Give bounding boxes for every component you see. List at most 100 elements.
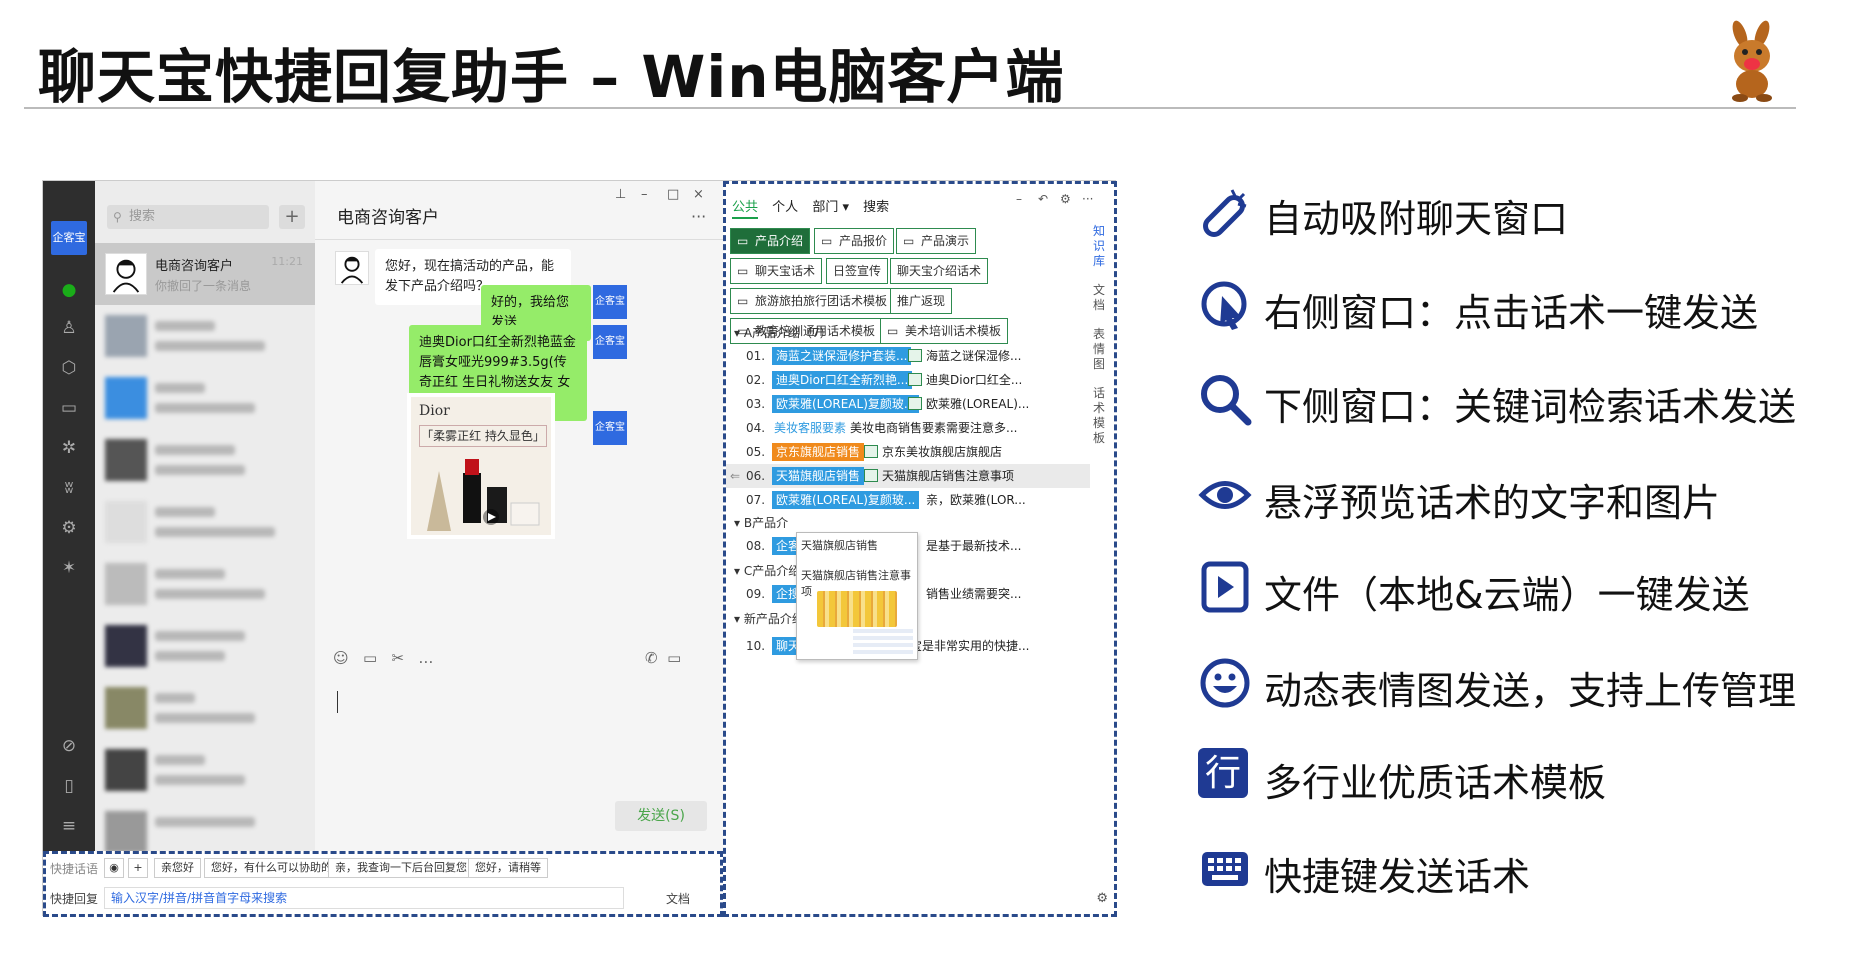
- contacts-icon[interactable]: ♙: [58, 317, 80, 339]
- nav-bar: 企客宝 ● ♙ ⬡ ▭ ✲ ʬ ⚙ ✶ ⊘ ▯ ≡: [43, 181, 95, 851]
- folder-icon: ▭: [737, 234, 749, 248]
- list-item[interactable]: [95, 429, 315, 491]
- quick-phrase-chip[interactable]: 您好，有什么可以协助的: [204, 858, 339, 878]
- hover-preview-popup: 天猫旗舰店销售 天猫旗舰店销售注意事项: [796, 532, 918, 660]
- group-header[interactable]: ▾ B产品介: [734, 514, 788, 531]
- blurred-text: [155, 403, 255, 413]
- item-text: 京东美妆旗舰店旗舰店: [882, 445, 1003, 459]
- box-icon[interactable]: ⬡: [58, 357, 80, 379]
- quick-search-input[interactable]: 输入汉字/拼音/拼音首字母来搜索: [104, 887, 624, 909]
- group-header[interactable]: ▾ A产品介绍（7）: [734, 324, 832, 341]
- list-item[interactable]: ⇐ 06. 天猫旗舰店销售 天猫旗舰店销售注意事项: [726, 464, 1090, 488]
- list-item[interactable]: [95, 801, 315, 853]
- list-item[interactable]: 07. 欧莱雅(LOREAL)复颜玻... 亲，欧莱雅(LOR...: [746, 488, 1086, 512]
- phone-icon[interactable]: ✆: [645, 649, 658, 667]
- eye-icon[interactable]: ◉: [104, 858, 124, 878]
- folder-icon: ▭: [737, 264, 749, 278]
- avatar: [105, 501, 147, 543]
- undo-icon[interactable]: ↶: [1038, 192, 1048, 206]
- app-logo[interactable]: 企客宝: [51, 221, 87, 255]
- aperture-icon[interactable]: ✲: [58, 437, 80, 459]
- list-item[interactable]: [95, 739, 315, 801]
- emoji-icon[interactable]: ☺: [333, 649, 349, 667]
- list-item[interactable]: 01. 海蓝之谜保湿修护套装... 海蓝之谜保湿修...: [746, 344, 1086, 368]
- maximize-icon[interactable]: □: [667, 187, 679, 202]
- list-item[interactable]: [95, 677, 315, 739]
- close-icon[interactable]: ×: [693, 187, 704, 202]
- category-chip[interactable]: ▭ 旅游旅拍旅行团话术模板: [730, 288, 895, 314]
- group-label: C产品介绍: [743, 564, 801, 578]
- list-item[interactable]: 05. 京东旗舰店销售 京东美妆旗舰店旗舰店: [746, 440, 1086, 464]
- quick-phrase-chip[interactable]: 亲，我查询一下后台回复您: [328, 858, 474, 878]
- category-chip[interactable]: ▭ 产品介绍: [730, 228, 811, 254]
- category-chip[interactable]: 推广返现: [890, 288, 953, 314]
- list-item[interactable]: 04. 美妆客服要素 美妆电商销售要素需要注意多...: [746, 416, 1086, 440]
- more-icon[interactable]: ···: [691, 207, 706, 226]
- category-chip[interactable]: ▭ 产品报价: [814, 228, 895, 254]
- category-label: 聊天宝话术: [755, 264, 816, 278]
- group-header[interactable]: ▾ C产品介绍: [734, 562, 800, 579]
- chat-icon[interactable]: ●: [58, 279, 80, 301]
- panel-side-nav: 知识库 文档 表情图 话术模板: [1088, 224, 1110, 460]
- chat-preview-image: [853, 629, 913, 655]
- side-tab-docs[interactable]: 文档: [1088, 283, 1110, 313]
- sparkle-icon[interactable]: ✶: [58, 557, 80, 579]
- panel-tabs: 公共 个人 部门 ▾ 搜索: [732, 196, 899, 219]
- phone-icon[interactable]: ▯: [58, 775, 80, 797]
- doc-button[interactable]: 文档: [666, 890, 690, 907]
- side-tab-templates[interactable]: 话术模板: [1088, 386, 1110, 446]
- add-button[interactable]: +: [279, 205, 305, 229]
- quick-phrase-chip[interactable]: 亲您好: [154, 858, 201, 878]
- chat-bubble-icon[interactable]: …: [418, 649, 433, 667]
- category-chip[interactable]: ▭ 产品演示: [896, 228, 977, 254]
- add-icon[interactable]: +: [128, 858, 148, 878]
- list-item[interactable]: [95, 553, 315, 615]
- category-chip[interactable]: ▭ 美术培训话术模板: [880, 318, 1009, 344]
- list-item[interactable]: [95, 305, 315, 367]
- menu-icon[interactable]: ≡: [58, 815, 80, 837]
- avatar: [105, 749, 147, 791]
- feature-text: 动态表情图发送，支持上传管理: [1264, 669, 1797, 713]
- tab-department[interactable]: 部门 ▾: [812, 196, 849, 215]
- scissors-icon[interactable]: ✂: [391, 649, 404, 667]
- blurred-text: [155, 589, 265, 599]
- product-image[interactable]: Dior 「柔雾正红 持久显色」: [407, 393, 555, 539]
- list-item[interactable]: [95, 491, 315, 553]
- list-item[interactable]: [95, 367, 315, 429]
- list-item[interactable]: 02. 迪奥Dior口红全新烈艳... 迪奥Dior口红全...: [746, 368, 1086, 392]
- item-text: 是基于最新技术...: [926, 539, 1022, 553]
- group-label: B产品介: [743, 516, 789, 530]
- link-icon[interactable]: ⊘: [58, 735, 80, 757]
- category-chip[interactable]: ▭ 聊天宝话术: [730, 258, 823, 284]
- search-input[interactable]: ⚲ 搜索: [107, 205, 269, 229]
- more-icon[interactable]: ···: [1082, 192, 1093, 206]
- quick-phrase-chip[interactable]: 您好，请稍等: [468, 858, 548, 878]
- folder-icon[interactable]: ▭: [58, 397, 80, 419]
- tab-public[interactable]: 公共: [732, 196, 759, 219]
- image-icon: [908, 373, 922, 386]
- lipstick-illustration: [427, 459, 540, 531]
- gear-icon[interactable]: ⚙: [1060, 192, 1071, 206]
- side-tab-stickers[interactable]: 表情图: [1088, 327, 1110, 372]
- category-chip[interactable]: 聊天宝介绍话术: [890, 258, 989, 284]
- send-button[interactable]: 发送(S): [615, 801, 707, 831]
- tab-search[interactable]: 搜索: [863, 196, 889, 215]
- list-item[interactable]: 03. 欧莱雅(LOREAL)复颜玻... 欧莱雅(LOREAL)...: [746, 392, 1086, 416]
- folder-icon[interactable]: ▭: [363, 649, 377, 667]
- settings-icon[interactable]: ⚙: [1096, 891, 1108, 906]
- tab-personal[interactable]: 个人: [772, 196, 798, 215]
- category-chip[interactable]: 日签宣传: [826, 258, 889, 284]
- minimize-icon[interactable]: –: [1016, 192, 1022, 206]
- list-item[interactable]: [95, 615, 315, 677]
- pin-icon[interactable]: ⊥: [615, 187, 626, 202]
- group-header[interactable]: ▾ 新产品介绍: [734, 610, 804, 627]
- video-icon[interactable]: ▭: [667, 649, 681, 667]
- feature-text: 悬浮预览话术的文字和图片: [1264, 481, 1721, 525]
- minimize-icon[interactable]: –: [641, 187, 648, 202]
- gear-icon[interactable]: ⚙: [58, 517, 80, 539]
- avatar: 企客宝: [593, 411, 627, 445]
- chat-title: 电商咨询客户: [337, 208, 439, 228]
- side-tab-knowledge[interactable]: 知识库: [1088, 224, 1110, 269]
- mini-program-icon[interactable]: ʬ: [58, 477, 80, 499]
- list-item[interactable]: 电商咨询客户 你撤回了一条消息 11:21: [95, 243, 315, 305]
